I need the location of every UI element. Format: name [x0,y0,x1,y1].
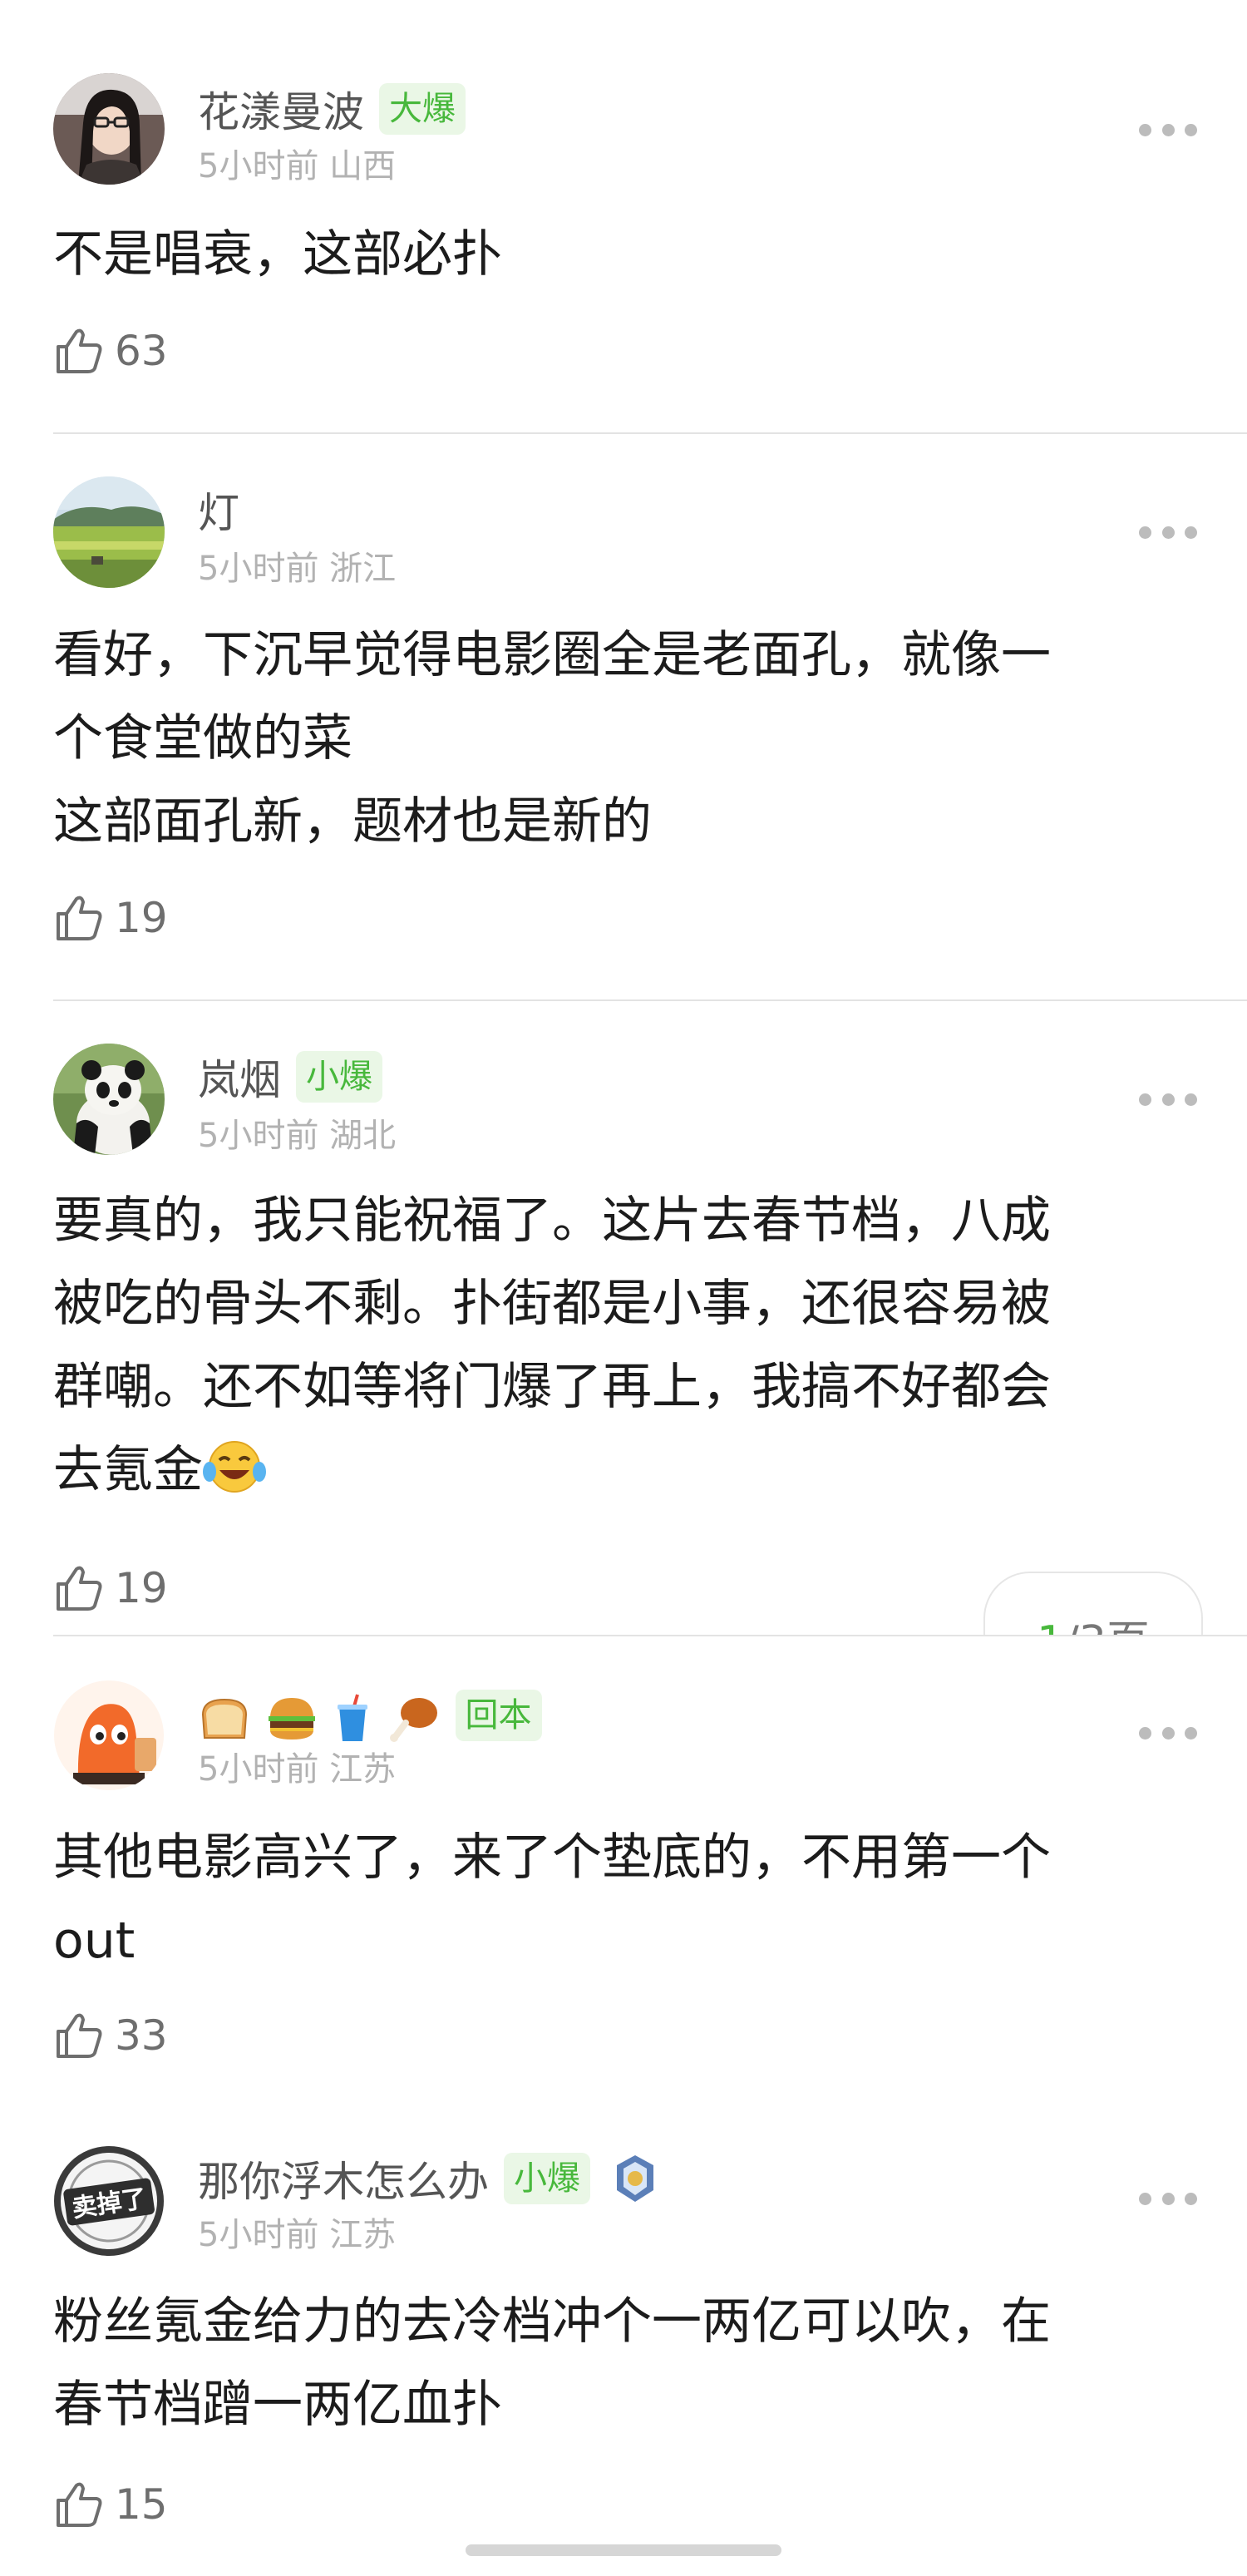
comment-text: 要真的，我只能祝福了。这片去春节档，八成 被吃的骨头不剩。扑街都是小事，还很容易… [53,1179,1192,1512]
comment-line: 去氪金 [53,1429,1192,1512]
avatar[interactable]: 卖掉了 [53,2145,165,2257]
comment-time: 5小时前 [198,550,319,588]
comment-location: 江苏 [329,1750,397,1789]
more-options-icon[interactable] [1139,516,1197,549]
more-options-icon[interactable] [1139,1716,1197,1749]
comment-line: 个食堂做的菜 [53,709,352,767]
comment-meta: 5小时前 山西 [198,143,396,190]
comment-line: 不是唱衰，这部必扑 [53,225,502,284]
comment-text: 不是唱衰，这部必扑 [53,213,1192,296]
more-options-icon[interactable] [1139,2182,1197,2215]
thumbs-up-icon [57,1566,102,1611]
comment-location: 湖北 [329,1117,397,1155]
divider [53,432,1247,434]
level-badge: 小爆 [504,2153,590,2204]
comment-line: 被吃的骨头不剩。扑街都是小事，还很容易被 [53,1275,1051,1333]
home-indicator[interactable] [466,2544,781,2556]
avatar[interactable] [53,1044,165,1155]
thumbs-up-icon [57,328,102,373]
thumbs-up-icon [57,896,102,940]
comment-line: 粉丝氪金给力的去冷档冲个一两亿可以吹，在 [53,2292,1051,2351]
comment-feed: 花漾曼波 大爆 5小时前 山西 不是唱衰，这部必扑 63 灯 5小时前 浙江 看… [0,0,1247,2576]
drink-emoji-icon [338,1694,368,1742]
drumstick-emoji-icon [389,1698,437,1743]
level-badge: 小爆 [296,1051,382,1103]
like-button[interactable]: 63 [53,319,168,382]
like-count: 15 [115,2480,168,2529]
divider [53,999,1247,1001]
comment-location: 江苏 [329,2216,397,2254]
name-row: 回本 [198,1688,542,1743]
comment-line: 这部面孔新，题材也是新的 [53,792,652,851]
comment-line: 其他电影高兴了，来了个垫底的，不用第一个 [53,1828,1051,1887]
like-button[interactable]: 19 [53,886,168,950]
comment-text: 看好，下沉早觉得电影圈全是老面孔，就像一 个食堂做的菜 这部面孔新，题材也是新的 [53,614,1192,863]
comment-location: 浙江 [329,550,397,588]
name-row: 灯 [198,482,239,537]
comment-meta: 5小时前 江苏 [198,2212,396,2258]
like-count: 63 [115,327,168,375]
comment-time: 5小时前 [198,147,319,185]
like-button[interactable]: 19 [53,1557,168,1620]
like-button[interactable]: 33 [53,2004,168,2067]
username[interactable]: 那你浮木怎么办 [198,2149,489,2208]
level-badge: 大爆 [379,83,466,135]
like-button[interactable]: 15 [53,2473,168,2536]
comment-location: 山西 [329,147,397,185]
avatar[interactable] [53,1680,165,1791]
thumbs-up-icon [57,2013,102,2058]
burger-emoji-icon [269,1698,316,1740]
comment-text: 粉丝氪金给力的去冷档冲个一两亿可以吹，在 春节档蹭一两亿血扑 [53,2280,1192,2446]
laughing-emoji-icon [203,1435,266,1518]
bread-emoji-icon [201,1699,248,1740]
comment-line: 看好，下沉早觉得电影圈全是老面孔，就像一 [53,626,1051,684]
comment-line: 要真的，我只能祝福了。这片去春节档，八成 [53,1192,1051,1250]
comment-meta: 5小时前 江苏 [198,1746,396,1793]
username[interactable]: 岚烟 [198,1047,281,1107]
level-badge: 回本 [455,1690,542,1741]
comment-line: 春节档蹭一两亿血扑 [53,2376,502,2434]
fan-medal-icon [614,2154,657,2203]
username[interactable] [198,1688,441,1743]
comment-line: out [53,1912,136,1970]
username[interactable]: 花漾曼波 [198,79,364,139]
comment-text: 其他电影高兴了，来了个垫底的，不用第一个 out [53,1816,1192,1982]
more-options-icon[interactable] [1139,113,1197,146]
comment-line: 群嘲。还不如等将门爆了再上，我搞不好都会 [53,1358,1051,1416]
comment-line-text: 去氪金 [53,1441,203,1499]
like-count: 19 [115,1564,168,1612]
comment-time: 5小时前 [198,1117,319,1155]
name-row: 岚烟 小爆 [198,1049,382,1104]
username[interactable]: 灯 [198,480,239,540]
divider [53,1635,1247,1636]
like-count: 19 [115,894,168,942]
avatar[interactable] [53,476,165,588]
comment-meta: 5小时前 浙江 [198,545,396,592]
comment-time: 5小时前 [198,1750,319,1789]
thumbs-up-icon [57,2482,102,2527]
name-row: 那你浮木怎么办 小爆 [198,2151,657,2206]
avatar[interactable] [53,73,165,185]
comment-time: 5小时前 [198,2216,319,2254]
name-row: 花漾曼波 大爆 [198,81,466,136]
more-options-icon[interactable] [1139,1083,1197,1116]
like-count: 33 [115,2011,168,2060]
comment-meta: 5小时前 湖北 [198,1113,396,1159]
